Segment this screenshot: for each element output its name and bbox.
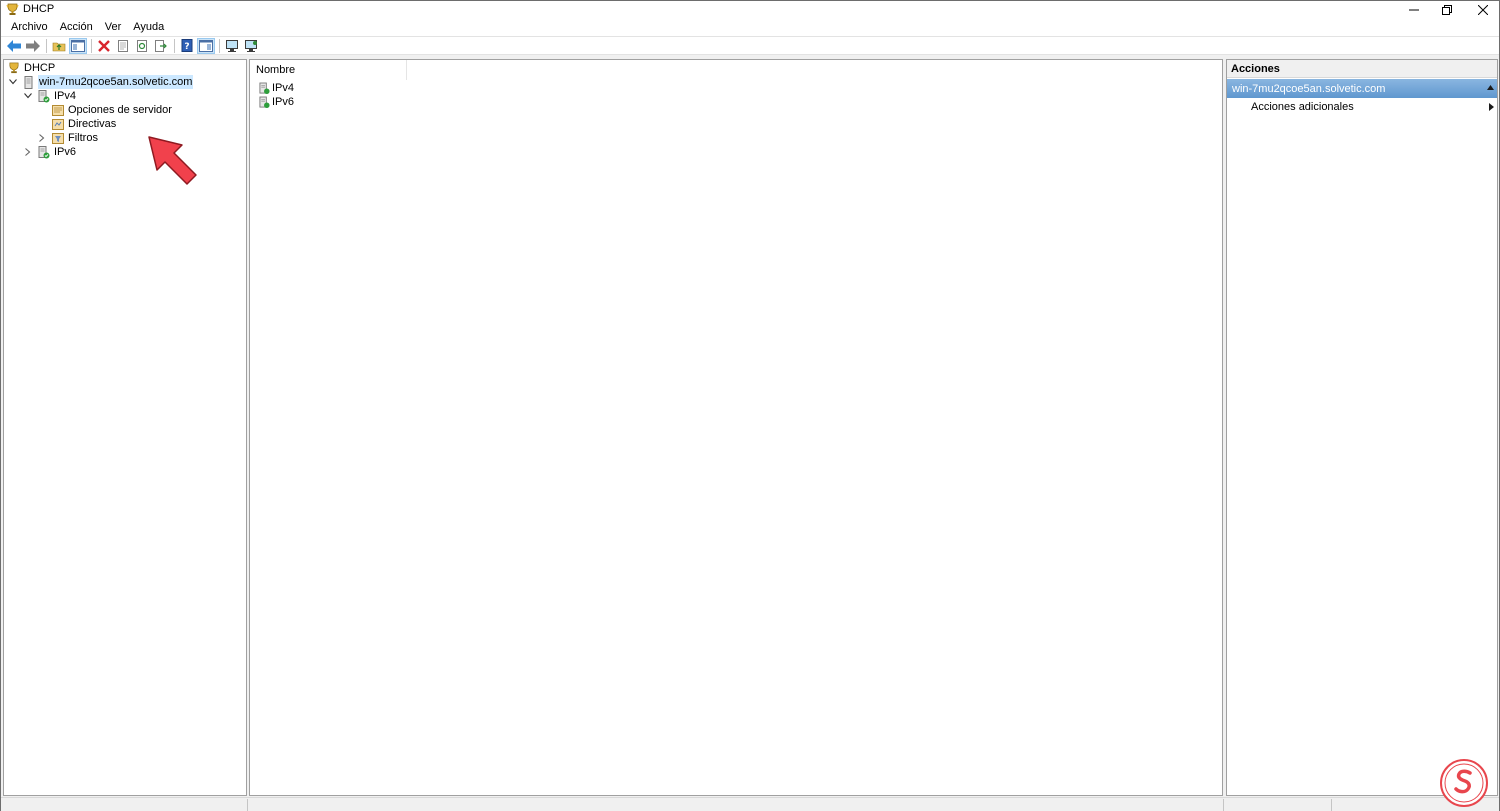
submenu-arrow-icon — [1489, 103, 1494, 111]
show-hide-action-pane-button[interactable] — [197, 37, 215, 54]
help-icon: ? — [181, 39, 193, 52]
tree-item-server-options[interactable]: Opciones de servidor — [51, 103, 173, 117]
refresh-icon — [137, 39, 147, 52]
status-divider — [247, 799, 248, 811]
server-icon — [22, 75, 35, 89]
properties-icon — [118, 39, 128, 52]
show-hide-action-pane-icon — [199, 39, 213, 52]
properties-button[interactable] — [114, 38, 132, 54]
refresh-button[interactable] — [133, 38, 151, 54]
mmc-window: DHCP Archivo Acción Ver Ayuda ? DHCP win… — [0, 0, 1500, 811]
list-item[interactable]: IPv6 — [258, 95, 294, 109]
back-button[interactable] — [5, 38, 23, 54]
ipv6-server-icon — [37, 145, 50, 159]
tree-label: DHCP — [24, 62, 56, 74]
ipv6-server-icon — [258, 96, 271, 109]
tree-item-server[interactable]: win-7mu2qcoe5an.solvetic.com — [8, 75, 194, 89]
close-button[interactable] — [1465, 1, 1500, 18]
chevron-right-icon[interactable] — [23, 147, 33, 157]
solvetic-logo — [1440, 759, 1488, 807]
title-bar: DHCP — [1, 1, 1499, 18]
forward-arrow-icon — [26, 39, 40, 52]
chevron-right-icon[interactable] — [37, 133, 47, 143]
up-one-level-button[interactable] — [50, 38, 68, 54]
help-button[interactable]: ? — [178, 38, 196, 54]
results-pane: Nombre IPv4 IPv6 — [249, 59, 1223, 796]
restore-icon — [1442, 4, 1452, 15]
add-server-button[interactable] — [223, 38, 241, 54]
menu-ver[interactable]: Ver — [99, 18, 128, 36]
remove-server-button[interactable] — [242, 38, 260, 54]
red-arrow-annotation — [148, 136, 197, 185]
tree-item-ipv6[interactable]: IPv6 — [23, 145, 77, 159]
list-item-label: IPv6 — [272, 96, 295, 108]
toolbar-separator — [46, 38, 47, 53]
actions-section-label: win-7mu2qcoe5an.solvetic.com — [1232, 82, 1386, 95]
tree-label: IPv4 — [54, 90, 77, 102]
close-icon — [1478, 4, 1488, 15]
actions-pane: Acciones win-7mu2qcoe5an.solvetic.com Ac… — [1226, 59, 1498, 796]
add-server-icon — [226, 39, 238, 52]
actions-section-server[interactable]: win-7mu2qcoe5an.solvetic.com — [1227, 79, 1497, 98]
tree-label: Opciones de servidor — [68, 104, 172, 116]
dhcp-trophy-icon — [7, 62, 20, 75]
status-divider — [1223, 799, 1224, 811]
status-bar — [1, 797, 1499, 811]
tree-label: win-7mu2qcoe5an.solvetic.com — [38, 75, 194, 89]
console-tree-pane: DHCP win-7mu2qcoe5an.solvetic.com IPv4 O… — [3, 59, 247, 796]
policies-icon — [51, 118, 64, 131]
show-hide-tree-icon — [71, 39, 85, 52]
server-options-icon — [51, 104, 64, 117]
forward-button[interactable] — [24, 38, 42, 54]
ipv4-server-icon — [37, 89, 50, 103]
tree-label: IPv6 — [54, 146, 77, 158]
tree-label: Filtros — [68, 132, 98, 144]
actions-header: Acciones — [1227, 60, 1497, 78]
up-folder-icon — [52, 42, 66, 51]
delete-icon — [98, 39, 110, 52]
more-actions-item[interactable]: Acciones adicionales — [1251, 101, 1354, 113]
list-item-label: IPv4 — [272, 82, 295, 94]
back-arrow-icon — [7, 39, 21, 52]
tree-item-dhcp[interactable]: DHCP — [7, 61, 56, 75]
toolbar-separator — [174, 38, 175, 53]
menu-bar: Archivo Acción Ver Ayuda — [1, 18, 1499, 36]
menu-ayuda[interactable]: Ayuda — [127, 18, 170, 36]
filters-icon — [51, 132, 64, 145]
tree-label: Directivas — [68, 118, 117, 130]
toolbar-separator — [91, 38, 92, 53]
export-list-button[interactable] — [152, 38, 170, 54]
menu-archivo[interactable]: Archivo — [5, 18, 54, 36]
column-header-nombre[interactable]: Nombre — [250, 60, 407, 80]
list-item[interactable]: IPv4 — [258, 81, 294, 95]
export-list-icon — [155, 39, 167, 52]
tree-item-policies[interactable]: Directivas — [51, 117, 117, 131]
chevron-down-icon[interactable] — [23, 91, 33, 101]
ipv4-server-icon — [258, 82, 271, 95]
chevron-down-icon[interactable] — [8, 77, 18, 87]
toolbar: ? — [1, 36, 1499, 55]
status-divider — [1331, 799, 1332, 811]
toolbar-separator — [219, 38, 220, 53]
tree-item-filters[interactable]: Filtros — [37, 131, 99, 145]
delete-button[interactable] — [95, 38, 113, 54]
minimize-button[interactable] — [1396, 1, 1432, 18]
menu-accion[interactable]: Acción — [54, 18, 99, 36]
tree-item-ipv4[interactable]: IPv4 — [23, 89, 77, 103]
window-title: DHCP — [23, 3, 55, 15]
restore-button[interactable] — [1429, 1, 1465, 18]
show-hide-tree-button[interactable] — [69, 37, 87, 54]
dhcp-trophy-icon — [6, 3, 19, 16]
svg-text:?: ? — [184, 42, 189, 52]
collapse-up-icon — [1487, 85, 1494, 90]
minimize-icon — [1409, 9, 1419, 10]
remove-server-icon — [245, 39, 257, 52]
